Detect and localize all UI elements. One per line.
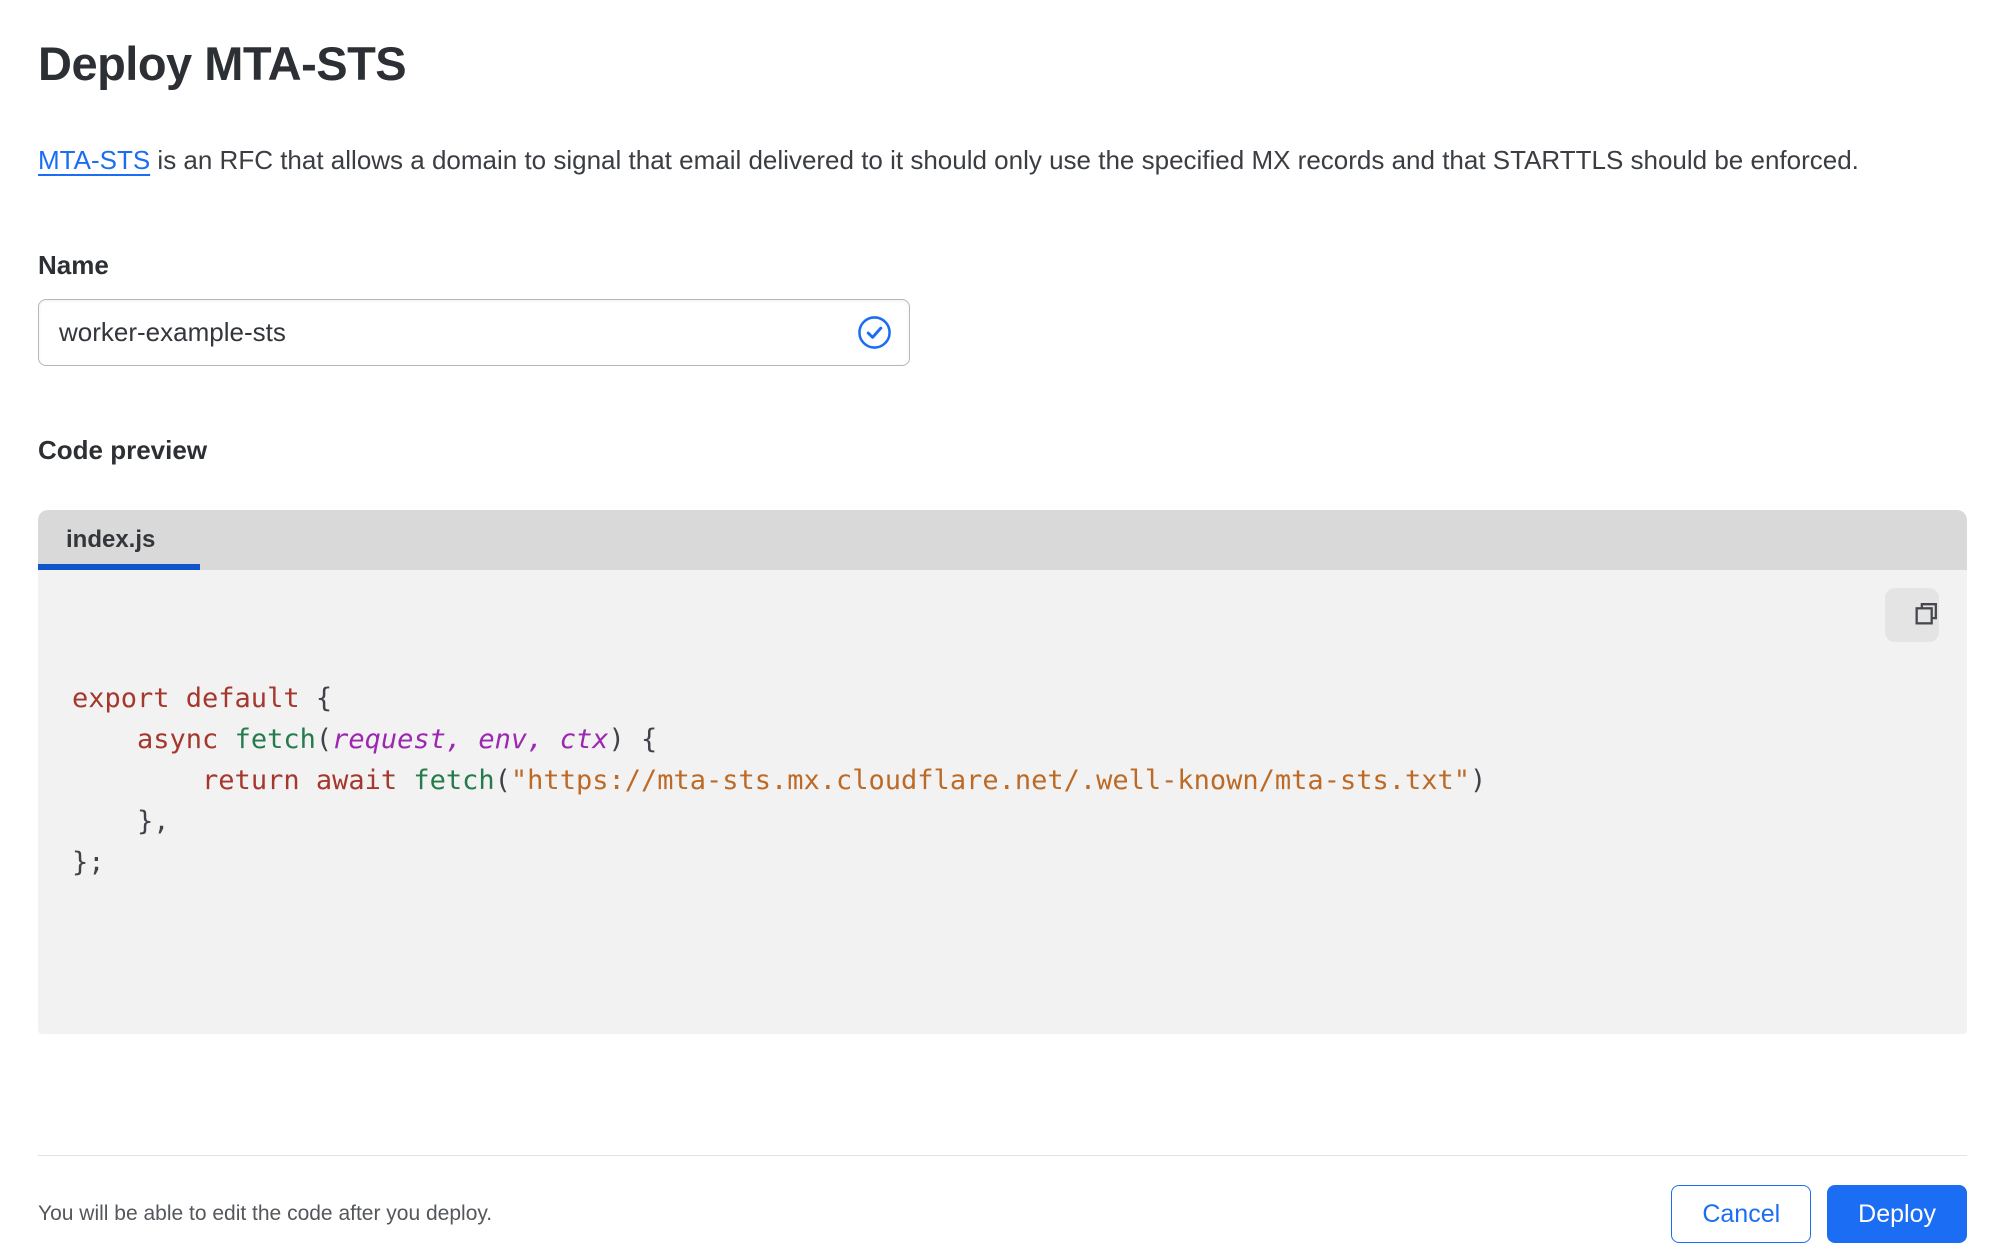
code-token: request, env, ctx (332, 724, 609, 755)
code-line: export default { (72, 678, 1877, 719)
code-token: async (137, 724, 235, 755)
deploy-mta-sts-page: Deploy MTA-STS MTA-STS is an RFC that al… (0, 36, 1999, 1243)
code-tab-bar: index.js (38, 510, 1967, 570)
code-token: }, (72, 806, 170, 837)
code-token: export default (72, 683, 300, 714)
copy-code-button[interactable] (1885, 588, 1939, 642)
code-lines: export default { async fetch(request, en… (72, 678, 1877, 883)
cancel-button[interactable]: Cancel (1671, 1185, 1812, 1243)
code-token: return await (202, 765, 414, 796)
code-token: }; (72, 847, 105, 878)
code-token: ( (315, 724, 333, 755)
code-token: ) (1470, 765, 1487, 796)
footer-divider (38, 1155, 1967, 1156)
footer: You will be able to edit the code after … (38, 1185, 1967, 1243)
deploy-button[interactable]: Deploy (1827, 1185, 1967, 1243)
code-preview-block: export default { async fetch(request, en… (38, 570, 1967, 1034)
code-token: "https://mta-sts.mx.cloudflare.net/.well… (510, 765, 1470, 796)
check-circle-icon (857, 315, 892, 350)
code-token: fetch (234, 724, 316, 755)
tab-index-js[interactable]: index.js (38, 510, 200, 570)
code-token: fetch (413, 765, 495, 796)
footer-note: You will be able to edit the code after … (38, 1202, 493, 1225)
footer-actions: Cancel Deploy (1671, 1185, 1967, 1243)
code-preview-label: Code preview (38, 435, 208, 465)
name-field-wrapper (38, 299, 910, 366)
code-token: ( (494, 765, 511, 796)
description-text: is an RFC that allows a domain to signal… (150, 145, 1859, 175)
tab-label: index.js (66, 526, 156, 553)
code-line: async fetch(request, env, ctx) { (72, 719, 1877, 760)
name-label: Name (38, 250, 109, 280)
page-title: Deploy MTA-STS (38, 37, 407, 90)
code-token: { (299, 683, 333, 714)
description: MTA-STS is an RFC that allows a domain t… (38, 138, 1918, 183)
code-line: }, (72, 801, 1877, 842)
code-line: return await fetch("https://mta-sts.mx.c… (72, 760, 1877, 801)
code-line: }; (72, 842, 1877, 883)
copy-icon (1883, 584, 1942, 646)
name-input[interactable] (38, 299, 910, 366)
mta-sts-link[interactable]: MTA-STS (38, 145, 150, 175)
code-token: ) { (608, 724, 658, 755)
